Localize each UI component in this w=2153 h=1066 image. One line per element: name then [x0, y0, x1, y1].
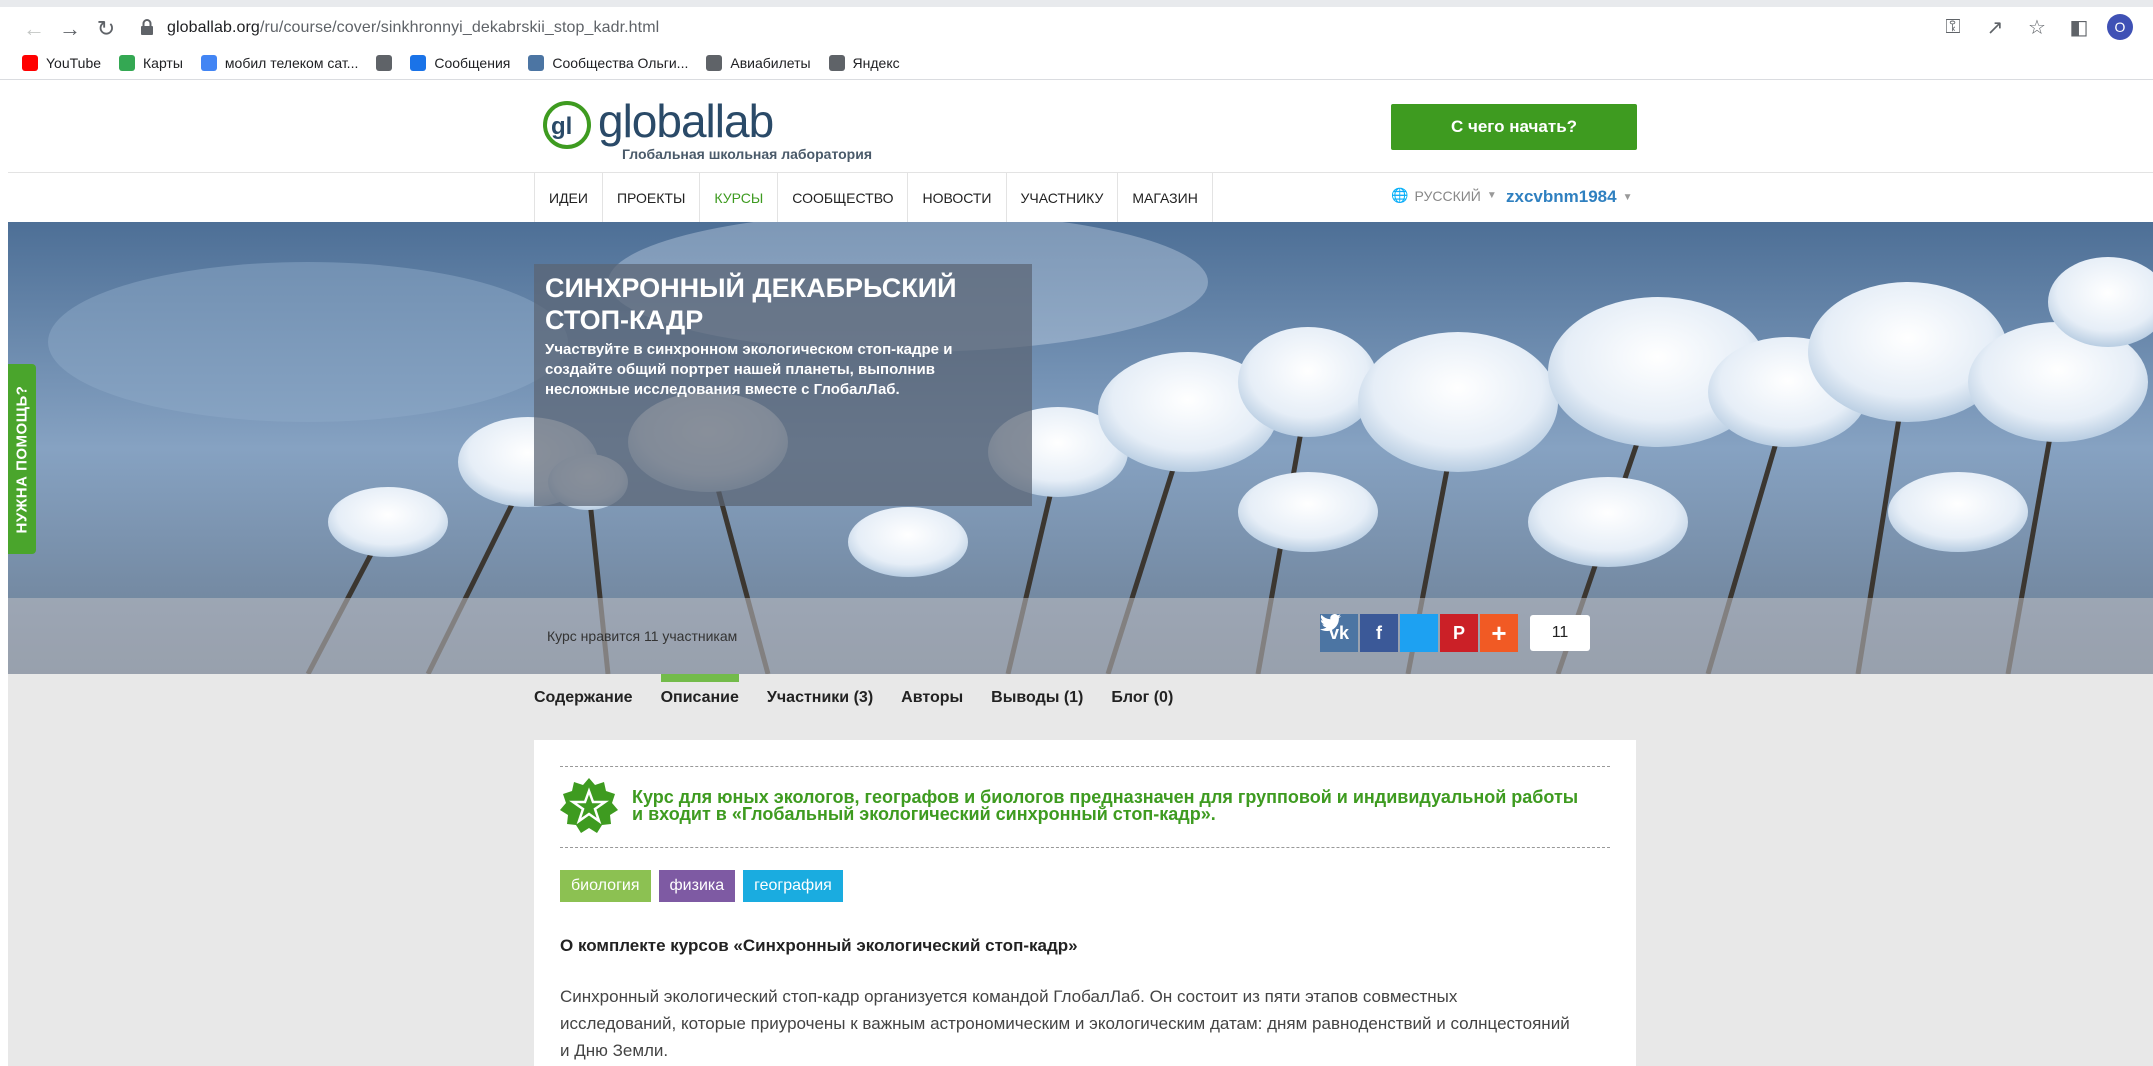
- bookmark-label: Сообщения: [434, 54, 511, 71]
- nav-item[interactable]: Магазин: [1118, 173, 1213, 223]
- twitter-share-icon[interactable]: [1320, 614, 1438, 652]
- language-selector[interactable]: 🌐 РУССКИЙ ▼: [1391, 187, 1497, 204]
- course-title-box: Синхронный декабрьский стоп-кадр Участву…: [534, 264, 1032, 506]
- logo-subtitle: Глобальная школьная лаборатория: [622, 146, 872, 162]
- course-intro-text: Курс для юных экологов, географов и биол…: [632, 787, 1579, 824]
- nav-item[interactable]: Идеи: [535, 173, 603, 223]
- tag-physics[interactable]: физика: [658, 870, 736, 902]
- bookmark-item[interactable]: YouTube: [22, 54, 102, 71]
- nav-item[interactable]: Курсы: [700, 173, 779, 223]
- section-body: Синхронный экологический стоп-кадр орган…: [560, 987, 1570, 1060]
- language-label: РУССКИЙ: [1414, 187, 1481, 204]
- course-tab[interactable]: Блог (0): [1111, 674, 1173, 724]
- youtube-icon: [22, 54, 38, 71]
- share-count: 11: [1530, 615, 1590, 651]
- messages-icon: [410, 54, 427, 71]
- course-tabs: Содержание Описание Участники (3) Авторы Выв…: [534, 674, 1173, 724]
- section-title: О комплекте курсов «Синхронный экологиче…: [560, 936, 1078, 955]
- globe-icon: [828, 54, 845, 71]
- bookmark-label: YouTube: [46, 54, 102, 71]
- course-tab[interactable]: Выводы (1): [991, 674, 1083, 724]
- maps-icon: [119, 54, 136, 71]
- course-hero: Синхронный декабрьский стоп-кадр Участву…: [8, 222, 2153, 674]
- back-icon[interactable]: ←: [16, 11, 52, 47]
- bookmark-item[interactable]: Сообщества Ольги...: [528, 54, 689, 71]
- bookmark-item[interactable]: Сообщения: [410, 54, 511, 71]
- likes-text: Курс нравится 11 участникам: [547, 628, 738, 644]
- star-badge-icon: [560, 778, 618, 833]
- key-icon[interactable]: ⚿: [1939, 13, 1967, 41]
- globallab-logo[interactable]: gl globallab Глобальная школьная лаборат…: [542, 94, 902, 164]
- tag-biology[interactable]: биология: [560, 870, 651, 902]
- svg-text:gl: gl: [551, 113, 572, 140]
- nav-item[interactable]: Сообщество: [778, 173, 909, 223]
- globe-icon: [706, 54, 723, 71]
- bookmark-label: Карты: [143, 54, 183, 71]
- nav-item[interactable]: Проекты: [603, 173, 701, 223]
- bookmark-item[interactable]: [376, 54, 393, 71]
- bookmark-item[interactable]: Авиабилеты: [706, 54, 811, 71]
- bookmark-label: Сообщества Ольги...: [552, 54, 689, 71]
- reload-icon[interactable]: ↻: [88, 11, 124, 47]
- bookmark-item[interactable]: Яндекс: [828, 54, 900, 71]
- hero-footer-strip: [8, 598, 2153, 674]
- help-tab-label: НУЖНА ПОМОЩЬ?: [13, 385, 31, 533]
- chevron-down-icon: ▼: [1622, 191, 1633, 203]
- main-navigation: Идеи Проекты Курсы Сообщество Новости Участни…: [8, 172, 2153, 223]
- browser-toolbar: ← → ↻ globallab.org/ru/course/cover/sink…: [0, 0, 2153, 46]
- vk-icon: [528, 54, 545, 71]
- course-description-card: Курс для юных экологов, географов и биол…: [534, 740, 1636, 1066]
- facebook-share-icon[interactable]: f: [1360, 614, 1398, 652]
- get-started-button[interactable]: С чего начать?: [1391, 104, 1637, 150]
- globe-logo-icon: gl: [543, 101, 591, 149]
- tag-geography[interactable]: география: [743, 870, 843, 902]
- bookmark-label: мобил телеком сат...: [224, 54, 359, 71]
- star-icon[interactable]: ☆: [2023, 13, 2051, 41]
- course-description: Участвуйте в синхронном экологическом ст…: [545, 341, 953, 398]
- globe-icon: [376, 54, 393, 71]
- address-bar[interactable]: globallab.org/ru/course/cover/sinkhronny…: [167, 19, 659, 37]
- url-path: /ru/course/cover/sinkhronnyi_dekabrskii_…: [259, 19, 660, 36]
- bookmark-label: Авиабилеты: [730, 54, 811, 71]
- forward-icon[interactable]: →: [52, 11, 88, 47]
- course-tab[interactable]: Авторы: [901, 674, 963, 724]
- pinterest-share-icon[interactable]: P: [1440, 614, 1478, 652]
- course-title: Синхронный декабрьский стоп-кадр: [545, 273, 957, 335]
- course-tab[interactable]: Содержание: [534, 674, 633, 724]
- user-menu[interactable]: zxcvbnm1984 ▼: [1506, 187, 1632, 207]
- globe-icon: 🌐: [1391, 187, 1409, 203]
- logo-wordmark: globallab: [598, 95, 774, 147]
- bookmark-label: Яндекс: [852, 54, 900, 71]
- course-tab[interactable]: Участники (3): [767, 674, 873, 724]
- bookmark-item[interactable]: мобил телеком сат...: [200, 54, 359, 71]
- chevron-down-icon: ▼: [1486, 190, 1497, 201]
- nav-item[interactable]: Новости: [908, 173, 1007, 223]
- site-header: gl globallab Глобальная школьная лаборат…: [8, 80, 2153, 172]
- help-tab[interactable]: НУЖНА ПОМОЩЬ?: [8, 364, 36, 554]
- course-intro: Курс для юных экологов, географов и биол…: [560, 766, 1610, 848]
- course-tab[interactable]: Описание: [660, 674, 740, 724]
- nav-menu: Идеи Проекты Курсы Сообщество Новости Участни…: [534, 173, 1213, 223]
- lock-icon: [141, 19, 153, 35]
- bookmark-item[interactable]: Карты: [119, 54, 183, 71]
- google-icon: [200, 54, 217, 71]
- profile-avatar[interactable]: O: [2107, 14, 2133, 40]
- username: zxcvbnm1984: [1506, 187, 1617, 206]
- sidepanel-icon[interactable]: ◧: [2065, 13, 2093, 41]
- nav-item[interactable]: Участнику: [1007, 173, 1119, 223]
- more-share-icon[interactable]: +: [1480, 614, 1518, 652]
- url-host: globallab.org: [167, 19, 260, 36]
- share-icon[interactable]: ↗: [1981, 13, 2009, 41]
- bookmarks-bar: YouTube Карты мобил телеком сат... Сообщени…: [0, 46, 2153, 80]
- share-buttons: vk f P + 11: [1320, 614, 1590, 652]
- subject-tags: биология физика география: [560, 870, 843, 902]
